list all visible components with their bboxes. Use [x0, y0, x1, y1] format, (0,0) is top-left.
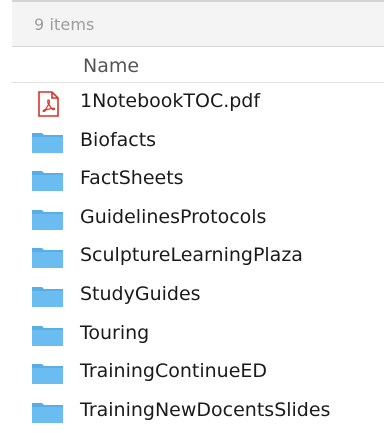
file-name: 1NotebookTOC.pdf: [80, 90, 261, 112]
file-row-guidelinesprotocols[interactable]: GuidelinesProtocols: [12, 199, 384, 238]
file-name: Touring: [80, 321, 150, 344]
pdf-icon: [31, 91, 64, 117]
file-row-biofacts[interactable]: Biofacts: [12, 122, 384, 161]
item-count: 9 items: [34, 15, 95, 34]
file-list: 1NotebookTOC.pdf Biofacts FactSheets Gui…: [12, 83, 384, 430]
file-name: StudyGuides: [80, 282, 201, 305]
column-header[interactable]: Name: [12, 47, 384, 83]
folder-icon: [31, 323, 64, 346]
file-row-1notebooktoc[interactable]: 1NotebookTOC.pdf: [12, 83, 384, 122]
finder-window: 9 items Name 1NotebookTOC.pdf Biofacts F…: [0, 0, 384, 433]
file-name: Biofacts: [80, 128, 157, 151]
file-row-factsheets[interactable]: FactSheets: [12, 160, 384, 199]
file-row-trainingnewdocentsslides[interactable]: TrainingNewDocentsSlides: [12, 392, 384, 431]
file-row-sculpturelearningplaza[interactable]: SculptureLearningPlaza: [12, 237, 384, 276]
folder-icon: [31, 207, 64, 230]
file-name: SculptureLearningPlaza: [80, 244, 303, 267]
folder-icon: [31, 130, 64, 153]
name-column-header[interactable]: Name: [83, 55, 139, 77]
file-name: TrainingContinueED: [80, 360, 268, 383]
file-name: GuidelinesProtocols: [80, 205, 267, 228]
file-row-trainingcontinueed[interactable]: TrainingContinueED: [12, 353, 384, 392]
folder-icon: [31, 284, 64, 307]
folder-icon: [31, 168, 64, 192]
folder-icon: [31, 245, 64, 269]
folder-icon: [31, 361, 64, 385]
folder-icon: [31, 400, 64, 423]
file-row-touring[interactable]: Touring: [12, 315, 384, 354]
status-bar: 9 items: [12, 0, 384, 47]
file-row-studyguides[interactable]: StudyGuides: [12, 276, 384, 315]
file-name: TrainingNewDocentsSlides: [80, 398, 331, 421]
file-name: FactSheets: [80, 167, 184, 190]
